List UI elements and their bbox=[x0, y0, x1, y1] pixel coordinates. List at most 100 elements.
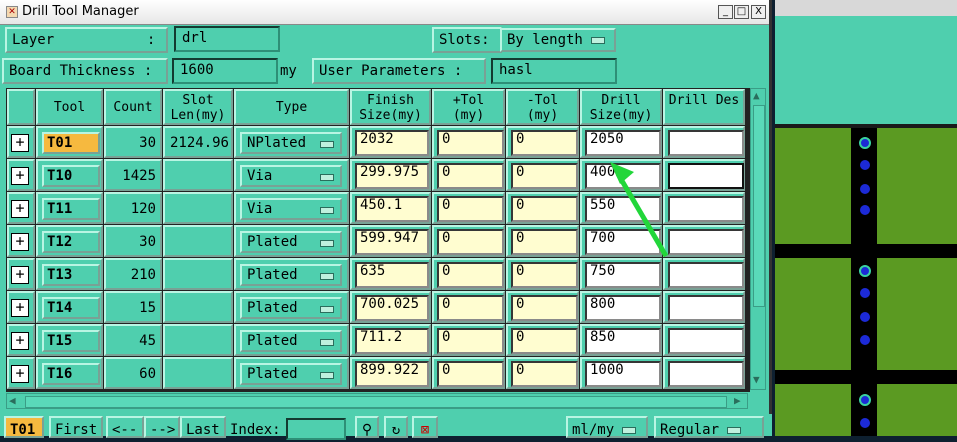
tool-button[interactable]: T15 bbox=[42, 330, 100, 352]
index-field[interactable] bbox=[286, 418, 346, 440]
plus-tol-input[interactable]: 0 bbox=[437, 130, 504, 156]
type-option-menu[interactable]: Via bbox=[240, 198, 342, 220]
scroll-down-icon[interactable]: ▼ bbox=[753, 373, 760, 386]
next-button[interactable]: --> bbox=[144, 416, 180, 438]
plus-box-icon[interactable]: + bbox=[11, 167, 29, 185]
prev-button[interactable]: <-- bbox=[106, 416, 144, 438]
minus-tol-input[interactable]: 0 bbox=[511, 262, 578, 288]
plus-box-icon[interactable]: + bbox=[11, 266, 29, 284]
drill-size-input[interactable]: 800 bbox=[585, 295, 661, 321]
horizontal-scroll-thumb[interactable] bbox=[25, 396, 727, 408]
plus-tol-input[interactable]: 0 bbox=[437, 295, 504, 321]
type-option-menu[interactable]: Plated bbox=[240, 297, 342, 319]
user-parameters-field[interactable]: hasl bbox=[491, 58, 617, 84]
drill-des-input[interactable] bbox=[668, 328, 744, 354]
tool-button[interactable]: T14 bbox=[42, 297, 100, 319]
drill-size-input[interactable]: 1000 bbox=[585, 361, 661, 387]
type-option-menu[interactable]: Plated bbox=[240, 264, 342, 286]
table-cell: Via bbox=[234, 159, 349, 191]
via-pad bbox=[860, 160, 870, 170]
table-cell: 635 bbox=[350, 258, 431, 290]
count-value: 60 bbox=[139, 366, 156, 382]
maximize-button[interactable]: □ bbox=[734, 5, 749, 19]
close-button[interactable]: X bbox=[751, 5, 766, 19]
plus-box-icon[interactable]: + bbox=[11, 200, 29, 218]
tool-button[interactable]: T13 bbox=[42, 264, 100, 286]
locate-button[interactable]: ⚲ bbox=[355, 416, 379, 438]
finish-size-input[interactable]: 299.975 bbox=[355, 163, 429, 189]
scroll-up-icon[interactable]: ▲ bbox=[753, 89, 760, 102]
first-button[interactable]: First bbox=[49, 416, 103, 438]
table-cell: 210 bbox=[104, 258, 162, 290]
type-option-menu[interactable]: Plated bbox=[240, 363, 342, 385]
minus-tol-input[interactable]: 0 bbox=[511, 328, 578, 354]
header-type: Type bbox=[234, 89, 349, 125]
finish-size-input[interactable]: 635 bbox=[355, 262, 429, 288]
plus-tol-input[interactable]: 0 bbox=[437, 328, 504, 354]
plus-box-icon[interactable]: + bbox=[11, 365, 29, 383]
tool-button[interactable]: T01 bbox=[42, 132, 100, 154]
table-cell: T15 bbox=[36, 324, 103, 356]
tool-button[interactable]: T11 bbox=[42, 198, 100, 220]
plus-tol-input[interactable]: 0 bbox=[437, 229, 504, 255]
finish-size-input[interactable]: 899.922 bbox=[355, 361, 429, 387]
minus-tol-input[interactable]: 0 bbox=[511, 130, 578, 156]
type-option-menu[interactable]: NPlated bbox=[240, 132, 342, 154]
plus-box-icon[interactable]: + bbox=[11, 299, 29, 317]
plus-box-icon[interactable]: + bbox=[11, 332, 29, 350]
finish-size-input[interactable]: 700.025 bbox=[355, 295, 429, 321]
horizontal-scrollbar[interactable]: ◀ ▶ bbox=[6, 393, 748, 409]
plus-box-icon[interactable]: + bbox=[11, 134, 29, 152]
finish-size-input[interactable]: 450.1 bbox=[355, 196, 429, 222]
units-option-menu[interactable]: ml/my bbox=[566, 416, 648, 438]
layer-field[interactable]: drl bbox=[174, 26, 280, 52]
count-value: 45 bbox=[139, 333, 156, 349]
type-value: Plated bbox=[247, 333, 298, 349]
slots-value: By length bbox=[507, 32, 583, 48]
type-option-menu[interactable]: Plated bbox=[240, 330, 342, 352]
vertical-scroll-thumb[interactable] bbox=[753, 105, 765, 307]
type-value: Plated bbox=[247, 267, 298, 283]
type-option-menu[interactable]: Plated bbox=[240, 231, 342, 253]
drill-des-input[interactable] bbox=[668, 295, 744, 321]
option-menu-icon bbox=[727, 426, 742, 434]
board-thickness-field[interactable]: 1600 bbox=[172, 58, 278, 84]
finish-size-input[interactable]: 2032 bbox=[355, 130, 429, 156]
tool-button[interactable]: T10 bbox=[42, 165, 100, 187]
minus-tol-input[interactable]: 0 bbox=[511, 196, 578, 222]
plus-tol-input[interactable]: 0 bbox=[437, 196, 504, 222]
minus-tol-input[interactable]: 0 bbox=[511, 361, 578, 387]
table-cell: 800 bbox=[580, 291, 662, 323]
option-menu-icon bbox=[320, 306, 334, 313]
table-cell bbox=[163, 258, 233, 290]
scroll-right-icon[interactable]: ▶ bbox=[734, 394, 741, 407]
minimize-button[interactable]: _ bbox=[718, 5, 733, 19]
minus-tol-input[interactable]: 0 bbox=[511, 163, 578, 189]
header-minus-tol: -Tol (my) bbox=[506, 89, 579, 125]
vertical-scrollbar[interactable]: ▲ ▼ bbox=[750, 88, 766, 390]
table-cell: Plated bbox=[234, 291, 349, 323]
plus-tol-input[interactable]: 0 bbox=[437, 262, 504, 288]
scroll-left-icon[interactable]: ◀ bbox=[9, 394, 16, 407]
last-button[interactable]: Last bbox=[180, 416, 226, 438]
plus-tol-input[interactable]: 0 bbox=[437, 163, 504, 189]
finish-size-input[interactable]: 599.947 bbox=[355, 229, 429, 255]
finish-size-input[interactable]: 711.2 bbox=[355, 328, 429, 354]
tool-button[interactable]: T12 bbox=[42, 231, 100, 253]
plus-tol-input[interactable]: 0 bbox=[437, 361, 504, 387]
drill-des-input[interactable] bbox=[668, 361, 744, 387]
slots-option-menu[interactable]: By length bbox=[500, 28, 616, 52]
option-menu-icon bbox=[320, 174, 334, 181]
via-pad bbox=[860, 335, 870, 345]
tool-button[interactable]: T16 bbox=[42, 363, 100, 385]
type-value: Plated bbox=[247, 366, 298, 382]
delete-button[interactable]: ⊠ bbox=[412, 416, 438, 438]
type-option-menu[interactable]: Via bbox=[240, 165, 342, 187]
minus-tol-input[interactable]: 0 bbox=[511, 229, 578, 255]
plus-box-icon[interactable]: + bbox=[11, 233, 29, 251]
minus-tol-input[interactable]: 0 bbox=[511, 295, 578, 321]
drill-size-input[interactable]: 850 bbox=[585, 328, 661, 354]
refresh-button[interactable]: ↻ bbox=[384, 416, 408, 438]
table-cell: 2032 bbox=[350, 126, 431, 158]
mode-option-menu[interactable]: Regular bbox=[654, 416, 764, 438]
